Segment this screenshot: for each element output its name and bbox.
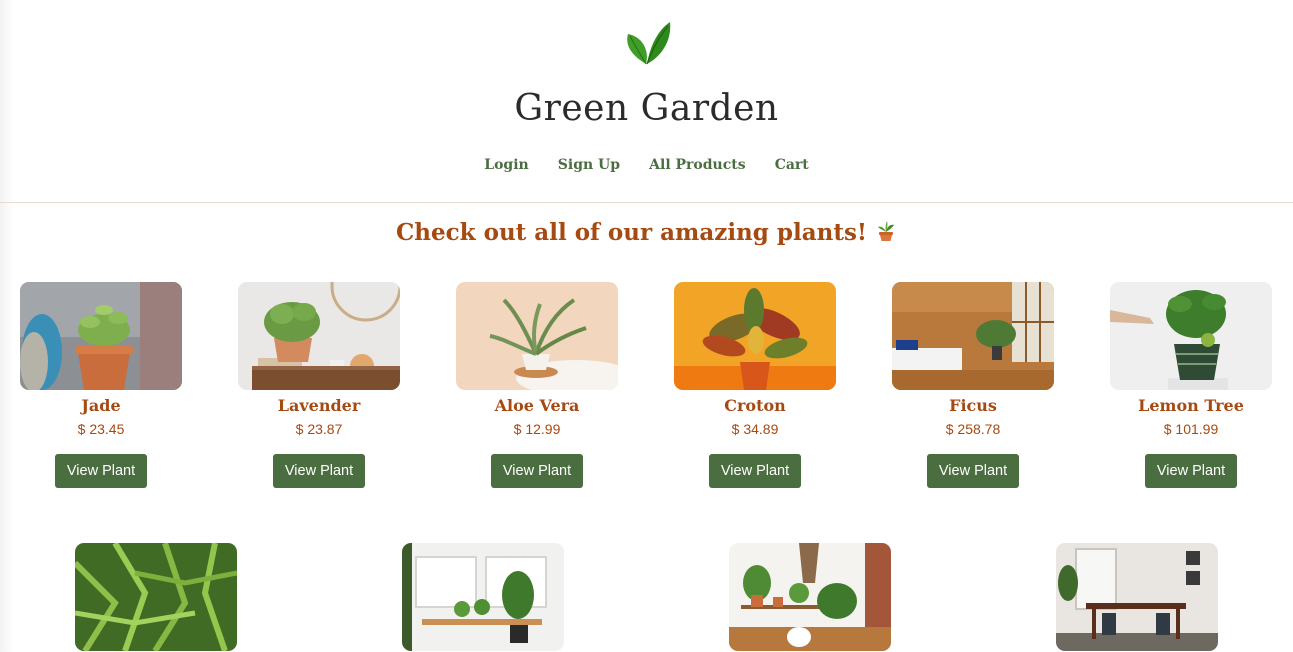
product-card: Lemon Tree $ 101.99 View Plant <box>1110 282 1272 488</box>
view-plant-button[interactable]: View Plant <box>490 454 584 488</box>
product-name: Croton <box>724 396 786 415</box>
view-plant-button[interactable]: View Plant <box>1144 454 1238 488</box>
product-image-ficus[interactable] <box>892 282 1054 390</box>
product-name: Aloe Vera <box>494 396 580 415</box>
product-card: Lavender $ 23.87 View Plant <box>238 282 400 488</box>
page-heading-text: Check out all of our amazing plants! <box>396 219 867 246</box>
view-plant-button[interactable]: View Plant <box>708 454 802 488</box>
product-image-plant-shelf[interactable] <box>729 543 891 651</box>
product-image-lavender[interactable] <box>238 282 400 390</box>
product-image-fern[interactable] <box>75 543 237 651</box>
site-title: Green Garden <box>514 88 779 129</box>
product-image-sunroom[interactable] <box>402 543 564 651</box>
leaf-icon[interactable] <box>622 20 672 66</box>
site-header: Green Garden Login Sign Up All Products … <box>0 0 1293 203</box>
nav-cart[interactable]: Cart <box>775 157 809 173</box>
nav-sign-up[interactable]: Sign Up <box>558 157 620 173</box>
view-plant-button[interactable]: View Plant <box>54 454 148 488</box>
product-image-jade[interactable] <box>20 282 182 390</box>
product-price: $ 23.87 <box>295 421 343 437</box>
product-image-aloe-vera[interactable] <box>456 282 618 390</box>
product-price: $ 34.89 <box>731 421 779 437</box>
header-divider <box>0 202 1293 203</box>
product-price: $ 23.45 <box>77 421 125 437</box>
product-name: Jade <box>81 396 121 415</box>
product-card: Croton $ 34.89 View Plant <box>674 282 836 488</box>
view-plant-button[interactable]: View Plant <box>926 454 1020 488</box>
potted-plant-icon <box>875 220 897 248</box>
product-image-dining-room[interactable] <box>1056 543 1218 651</box>
product-price: $ 12.99 <box>513 421 561 437</box>
product-name: Lavender <box>277 396 361 415</box>
view-plant-button[interactable]: View Plant <box>272 454 366 488</box>
product-card: Jade $ 23.45 View Plant <box>20 282 182 488</box>
nav-login[interactable]: Login <box>484 157 528 173</box>
product-name: Ficus <box>949 396 997 415</box>
product-price: $ 258.78 <box>945 421 1001 437</box>
product-price: $ 101.99 <box>1163 421 1219 437</box>
main-nav: Login Sign Up All Products Cart <box>0 154 1293 173</box>
page-heading: Check out all of our amazing plants! <box>0 219 1293 248</box>
product-card: Aloe Vera $ 12.99 View Plant <box>456 282 618 488</box>
nav-all-products[interactable]: All Products <box>649 157 745 173</box>
product-name: Lemon Tree <box>1138 396 1244 415</box>
product-image-croton[interactable] <box>674 282 836 390</box>
product-image-lemon-tree[interactable] <box>1110 282 1272 390</box>
product-card: Ficus $ 258.78 View Plant <box>892 282 1054 488</box>
